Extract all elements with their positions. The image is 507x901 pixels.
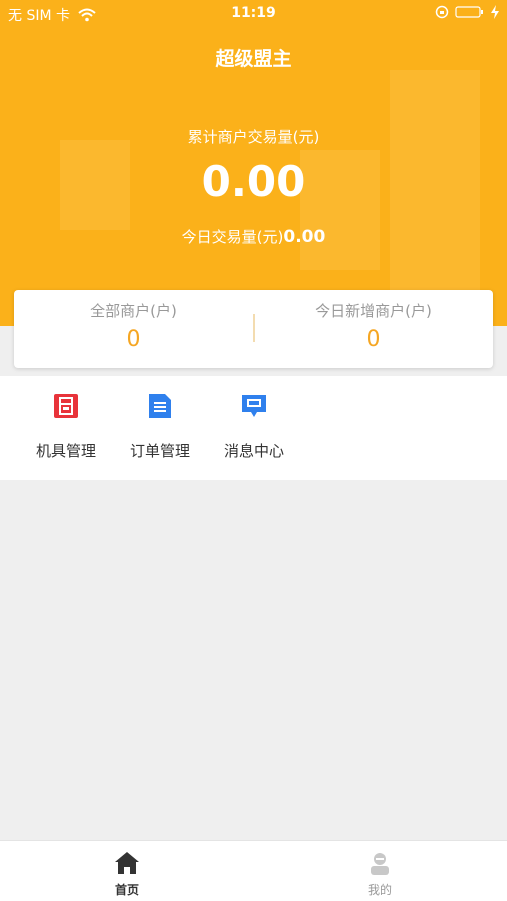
all-merchants-label: 全部商户(户) — [90, 302, 177, 320]
charging-icon — [491, 5, 499, 19]
all-merchants-stat[interactable]: 全部商户(户) 0 — [14, 300, 253, 352]
today-volume-value: 0.00 — [283, 227, 326, 247]
new-merchants-label: 今日新增商户(户) — [315, 302, 432, 320]
new-merchants-value: 0 — [366, 327, 381, 352]
menu-item-device-management[interactable]: 机具管理 — [19, 392, 113, 461]
menu-item-label: 订单管理 — [129, 442, 190, 460]
cumulative-volume-label: 累计商户交易量(元) — [187, 128, 320, 146]
orientation-lock-icon — [435, 5, 449, 19]
menu-item-label: 机具管理 — [35, 442, 96, 460]
today-volume: 今日交易量(元)0.00 — [0, 226, 507, 247]
menu-item-order-management[interactable]: 订单管理 — [113, 392, 207, 461]
tab-label: 我的 — [367, 883, 392, 897]
merchant-stats-card: 全部商户(户) 0 今日新增商户(户) 0 — [14, 290, 493, 368]
today-volume-label: 今日交易量(元) — [181, 228, 284, 246]
bottom-tab-bar: 首页 我的 — [0, 840, 507, 901]
cumulative-volume-value: 0.00 — [201, 157, 306, 206]
all-merchants-value: 0 — [126, 327, 141, 352]
tab-label: 首页 — [114, 883, 139, 897]
message-icon — [242, 395, 266, 417]
new-merchants-stat[interactable]: 今日新增商户(户) 0 — [254, 300, 493, 352]
function-menu: 机具管理 订单管理 消息中心 — [0, 376, 507, 480]
user-icon — [371, 853, 389, 875]
page-title: 超级盟主 — [215, 48, 292, 70]
header-banner: 无 SIM 卡 11:19 超级盟主 累计商户交易量(元) 0.00 今日交易量… — [0, 0, 507, 326]
menu-item-label: 消息中心 — [223, 442, 284, 460]
order-list-icon — [149, 394, 171, 418]
tab-home[interactable]: 首页 — [67, 851, 187, 898]
menu-item-message-center[interactable]: 消息中心 — [207, 392, 301, 461]
battery-icon — [455, 6, 483, 18]
tab-mine[interactable]: 我的 — [320, 851, 440, 898]
device-icon — [54, 394, 78, 418]
home-icon — [115, 852, 139, 874]
status-bar: 无 SIM 卡 11:19 — [0, 0, 507, 28]
status-time: 11:19 — [231, 5, 276, 21]
